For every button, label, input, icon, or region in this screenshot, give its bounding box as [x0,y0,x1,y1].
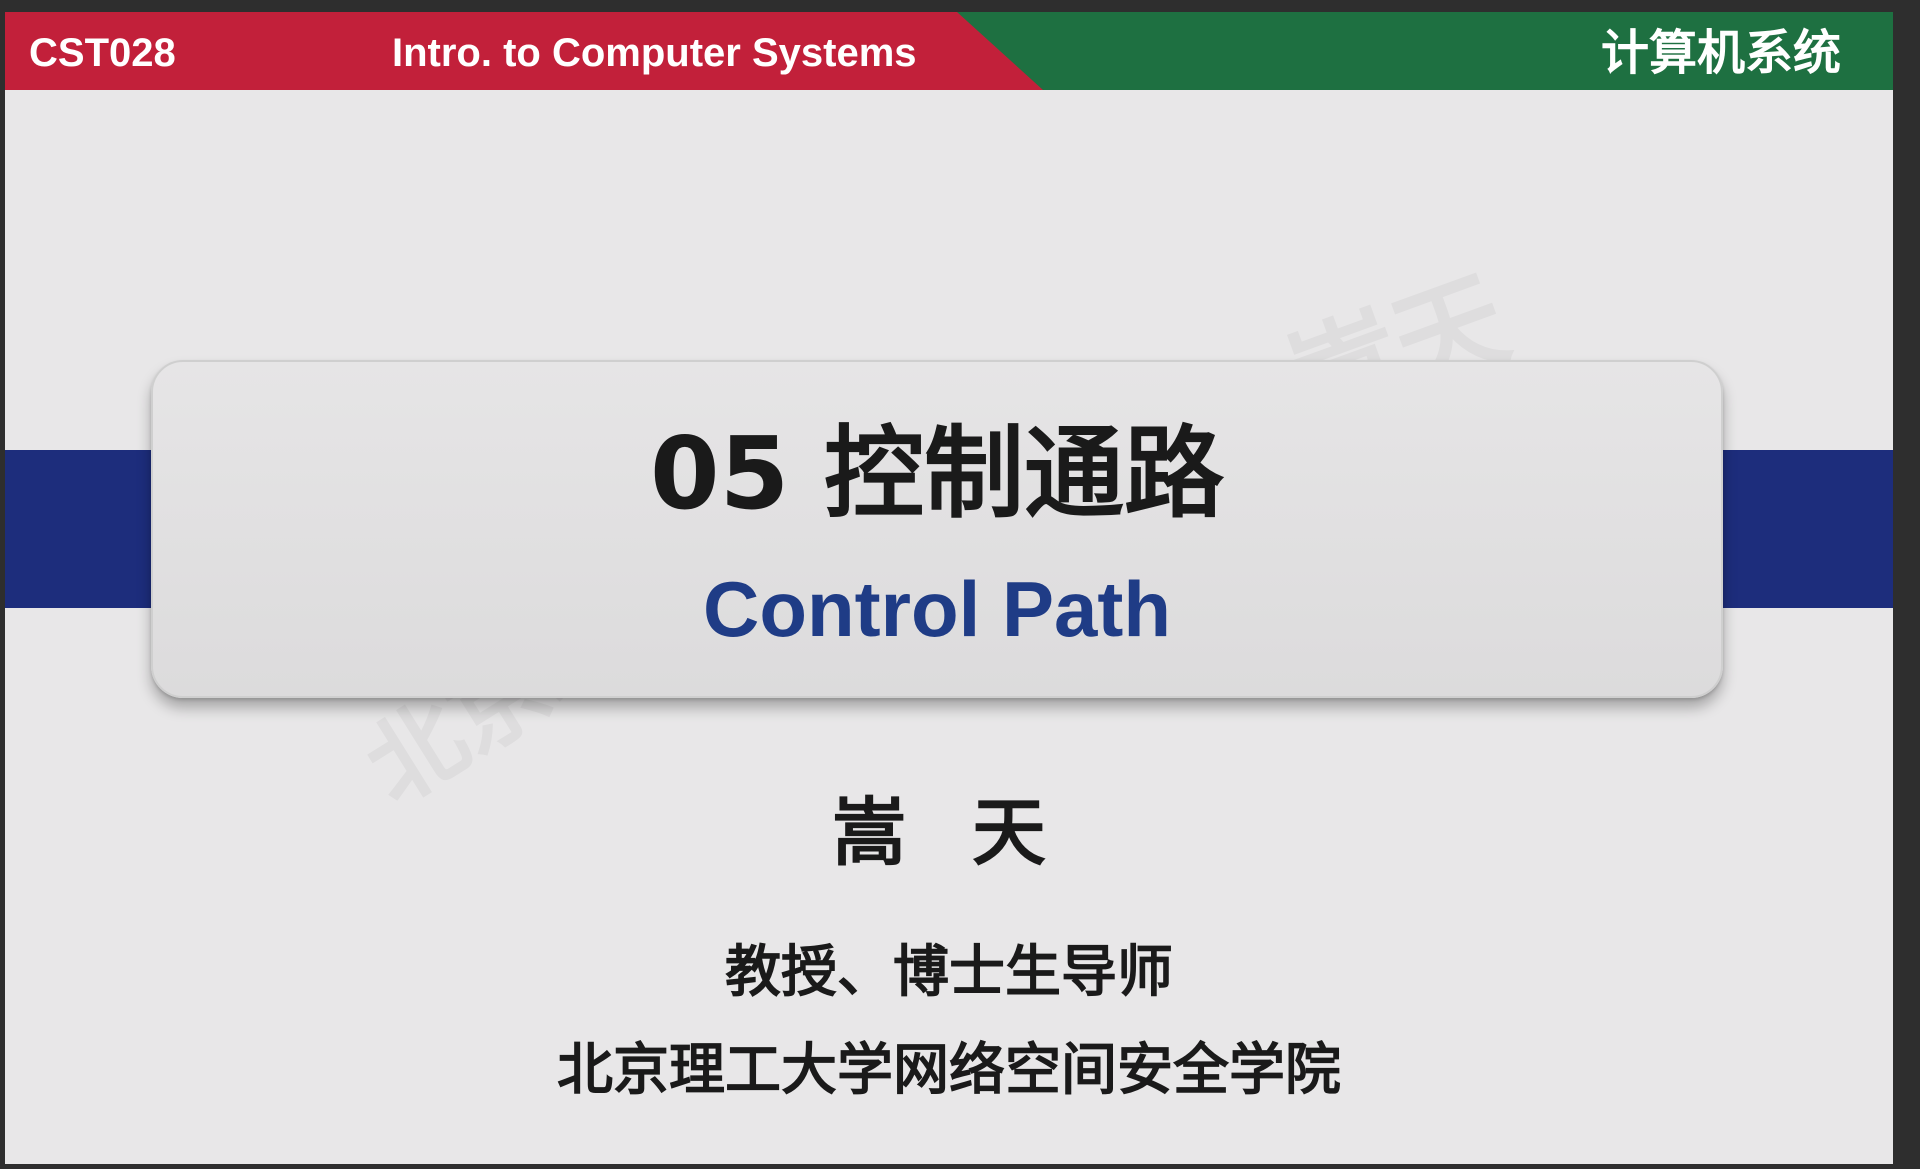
lecture-subtitle: Control Path [703,565,1171,653]
course-title-cn: 计算机系统 [1600,25,1841,81]
course-code: CST028 [29,31,176,75]
title-card: 05 控制通路 Control Path [151,360,1723,698]
author-role: 教授、博士生导师 [725,940,1173,1005]
course-title: Intro. to Computer Systems [392,31,917,75]
slide: CST028 Intro. to Computer Systems 计算机系统 … [5,12,1893,1164]
author-name: 嵩 天 [832,790,1066,876]
header-bar: CST028 Intro. to Computer Systems 计算机系统 [5,12,1893,90]
lecture-title: 05 控制通路 [650,415,1224,532]
author-affiliation: 北京理工大学网络空间安全学院 [557,1038,1341,1103]
